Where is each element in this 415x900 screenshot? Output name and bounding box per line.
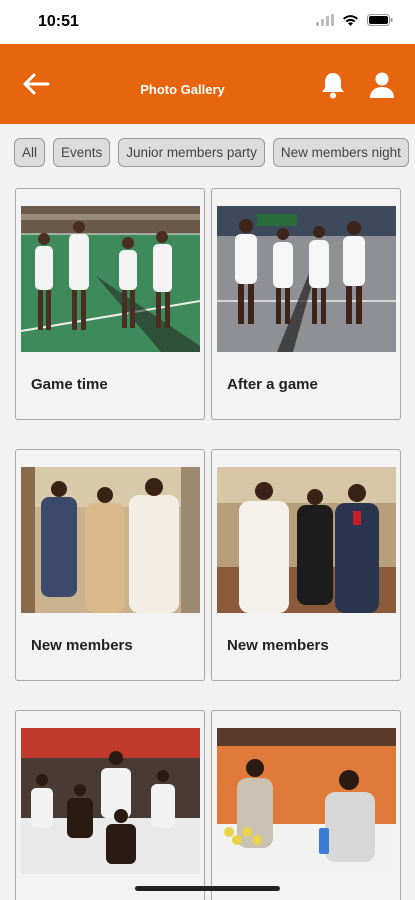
- battery-icon: [367, 14, 393, 26]
- filter-chips: All Events Junior members party New memb…: [14, 138, 415, 167]
- card-title: New members: [31, 637, 133, 654]
- photo-party: [21, 728, 200, 874]
- photo-dinner: [217, 728, 396, 874]
- chip-junior-members-party[interactable]: Junior members party: [118, 138, 265, 167]
- gallery-card[interactable]: [15, 710, 205, 900]
- gallery-card[interactable]: After a game: [211, 188, 401, 420]
- bell-icon[interactable]: [320, 71, 346, 99]
- photo-tennis-game-time: [21, 206, 200, 352]
- signal-icon: [316, 14, 334, 26]
- gallery-card[interactable]: Game time: [15, 188, 205, 420]
- page-title: Photo Gallery: [140, 82, 225, 97]
- gallery-card[interactable]: New members: [15, 449, 205, 681]
- gallery-card[interactable]: [211, 710, 401, 900]
- status-bar: 10:51: [0, 0, 415, 44]
- card-title: New members: [227, 637, 329, 654]
- wifi-icon: [343, 15, 358, 26]
- photo-new-members-2: [217, 467, 396, 613]
- chip-events[interactable]: Events: [53, 138, 111, 167]
- card-title: After a game: [227, 376, 318, 393]
- status-icons: [316, 14, 393, 26]
- photo-after-a-game: [217, 206, 396, 352]
- user-icon[interactable]: [369, 71, 395, 99]
- chip-all[interactable]: All: [14, 138, 46, 167]
- app-bar: Photo Gallery: [0, 44, 415, 124]
- card-title: Game time: [31, 376, 108, 393]
- chip-new-members-night[interactable]: New members night: [272, 138, 409, 167]
- home-indicator: [135, 886, 280, 891]
- status-time: 10:51: [38, 13, 79, 30]
- gallery-card[interactable]: New members: [211, 449, 401, 681]
- photo-new-members: [21, 467, 200, 613]
